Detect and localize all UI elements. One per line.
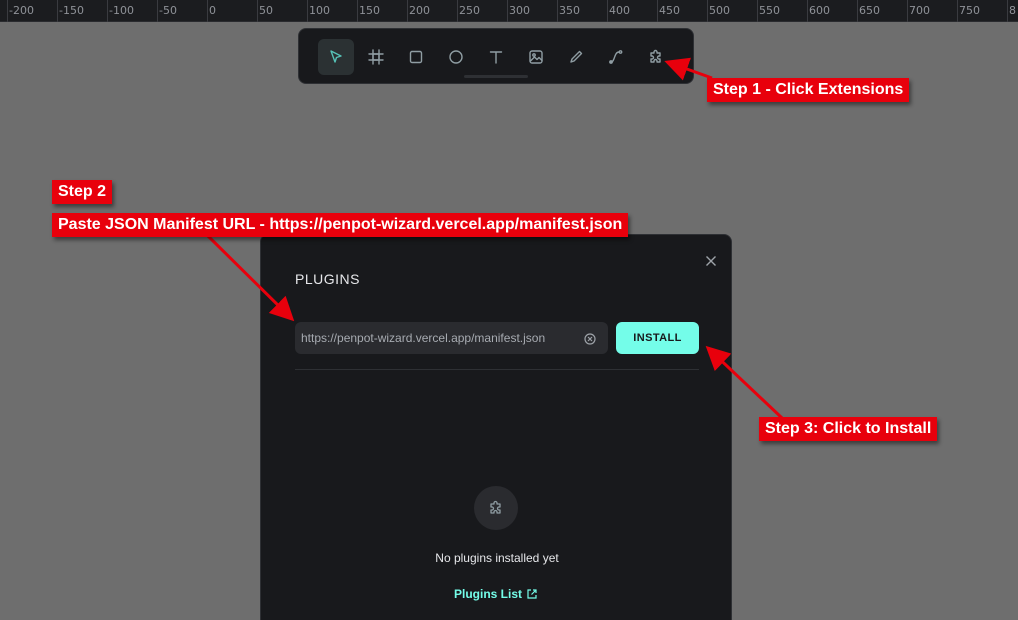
path-tool-button[interactable] — [598, 39, 634, 75]
ruler-label: 600 — [809, 4, 830, 17]
ruler-tick — [307, 0, 308, 22]
plugins-list-label: Plugins List — [454, 587, 523, 601]
text-tool-button[interactable] — [478, 39, 514, 75]
ruler-label: 0 — [209, 4, 216, 17]
manifest-url-input[interactable] — [301, 322, 567, 354]
ruler-label: 450 — [659, 4, 680, 17]
ruler-label: -150 — [59, 4, 84, 17]
ellipse-tool-button[interactable] — [438, 39, 474, 75]
ruler-label: 8 — [1009, 4, 1016, 17]
image-tool-button[interactable] — [518, 39, 554, 75]
clear-circle-icon — [584, 333, 596, 345]
step2-text-callout: Paste JSON Manifest URL - https://penpot… — [52, 213, 629, 237]
horizontal-ruler: -200 -150 -100 -50 0 50 100 150 200 250 300 350 400 4… — [0, 0, 1018, 22]
ruler-label: -100 — [109, 4, 134, 17]
step3-callout: Step 3: Click to Install — [759, 417, 938, 441]
pointer-tool-button[interactable] — [318, 39, 354, 75]
rectangle-tool-button[interactable] — [398, 39, 434, 75]
ruler-tick — [457, 0, 458, 22]
ruler-tick — [707, 0, 708, 22]
pencil-tool-button[interactable] — [558, 39, 594, 75]
board-icon — [368, 49, 384, 65]
ruler-label: 650 — [859, 4, 880, 17]
ellipse-icon — [449, 50, 463, 64]
puzzle-icon — [650, 49, 661, 63]
ruler-tick — [207, 0, 208, 22]
ruler-tick — [407, 0, 408, 22]
plugins-dialog: PLUGINS INSTALL No plugins installed yet… — [260, 234, 732, 620]
ruler-label: 150 — [359, 4, 380, 17]
ruler-label: 750 — [959, 4, 980, 17]
extensions-button[interactable] — [638, 39, 674, 75]
image-icon — [529, 50, 543, 64]
puzzle-icon — [490, 500, 501, 514]
ruler-tick — [157, 0, 158, 22]
ruler-tick — [507, 0, 508, 22]
divider — [295, 369, 699, 370]
path-icon — [609, 50, 623, 64]
ruler-label: -50 — [159, 4, 177, 17]
install-button[interactable]: INSTALL — [616, 322, 699, 354]
close-icon — [706, 256, 716, 266]
ruler-tick — [557, 0, 558, 22]
ruler-label: 500 — [709, 4, 730, 17]
ruler-tick — [607, 0, 608, 22]
close-button[interactable] — [703, 253, 719, 269]
manifest-url-field — [295, 322, 608, 354]
ruler-tick — [257, 0, 258, 22]
ruler-tick — [807, 0, 808, 22]
dialog-title: PLUGINS — [295, 271, 360, 287]
main-toolbar — [298, 28, 694, 84]
ruler-tick — [7, 0, 8, 22]
ruler-label: 350 — [559, 4, 580, 17]
ruler-tick — [657, 0, 658, 22]
ruler-label: 550 — [759, 4, 780, 17]
ruler-tick — [1007, 0, 1008, 22]
ruler-tick — [57, 0, 58, 22]
ruler-label: 300 — [509, 4, 530, 17]
ruler-tick — [907, 0, 908, 22]
rectangle-icon — [409, 50, 423, 64]
empty-state-text: No plugins installed yet — [435, 551, 559, 565]
toolbar-drag-handle[interactable] — [464, 75, 528, 78]
step2-title-callout: Step 2 — [52, 180, 113, 204]
ruler-label: 400 — [609, 4, 630, 17]
ruler-label: -200 — [9, 4, 34, 17]
ruler-label: 100 — [309, 4, 330, 17]
ruler-label: 700 — [909, 4, 930, 17]
ruler-tick — [857, 0, 858, 22]
plugins-list-link[interactable]: Plugins List — [454, 587, 538, 601]
pointer-icon — [330, 50, 342, 63]
board-tool-button[interactable] — [358, 39, 394, 75]
ruler-tick — [357, 0, 358, 22]
text-icon — [489, 51, 503, 64]
pencil-icon — [570, 50, 583, 63]
ruler-label: 250 — [459, 4, 480, 17]
ruler-tick — [107, 0, 108, 22]
clear-input-button[interactable] — [584, 332, 596, 345]
external-link-icon — [527, 589, 537, 599]
ruler-tick — [957, 0, 958, 22]
step1-callout: Step 1 - Click Extensions — [707, 78, 910, 102]
ruler-label: 50 — [259, 4, 273, 17]
empty-state-badge — [474, 486, 518, 530]
ruler-label: 200 — [409, 4, 430, 17]
ruler-tick — [757, 0, 758, 22]
